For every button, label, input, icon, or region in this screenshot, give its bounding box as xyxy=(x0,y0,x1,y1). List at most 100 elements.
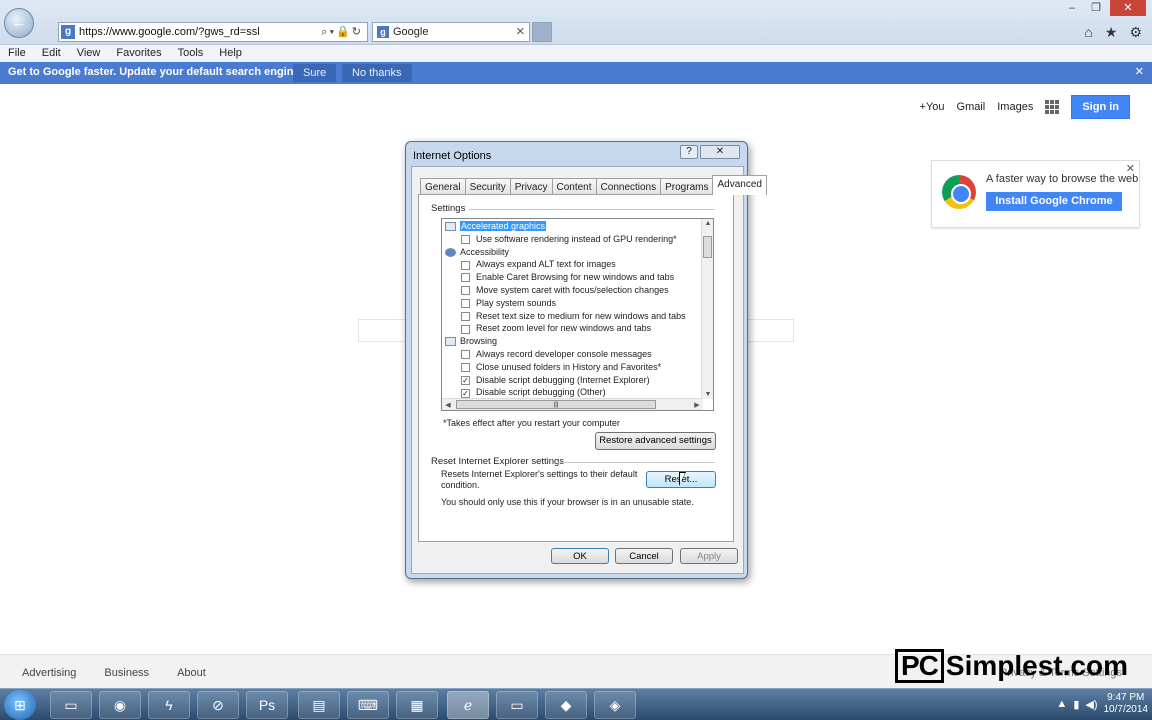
menu-view[interactable]: View xyxy=(77,45,101,62)
menu-edit[interactable]: Edit xyxy=(42,45,61,62)
sure-button[interactable]: Sure xyxy=(293,64,337,82)
you-link[interactable]: +You xyxy=(920,101,945,113)
tab-general[interactable]: General xyxy=(420,178,466,194)
clock[interactable]: 9:47 PM 10/7/2014 xyxy=(1104,692,1149,716)
dialog-help-button[interactable]: ? xyxy=(680,145,698,159)
images-link[interactable]: Images xyxy=(997,101,1033,113)
close-button[interactable]: ✕ xyxy=(1110,0,1146,16)
apply-button[interactable]: Apply xyxy=(680,548,738,564)
apps-grid-icon[interactable] xyxy=(1045,100,1060,114)
back-button[interactable]: ← xyxy=(4,8,34,38)
settings-option[interactable]: Move system caret with focus/selection c… xyxy=(461,284,669,297)
app-icon[interactable]: ⌨ xyxy=(347,691,389,719)
scroll-right-icon[interactable]: ▶ xyxy=(691,401,703,409)
calculator-icon[interactable]: ▦ xyxy=(396,691,438,719)
checkbox[interactable] xyxy=(461,362,470,372)
star-icon[interactable]: ★ xyxy=(1105,24,1118,41)
promo-close-icon[interactable]: ✕ xyxy=(1126,162,1135,175)
minimize-button[interactable]: – xyxy=(1062,0,1082,16)
tab-security[interactable]: Security xyxy=(464,178,511,194)
address-tools-icon[interactable]: ⌕▾🔒↻ xyxy=(321,25,363,39)
about-link[interactable]: About xyxy=(177,667,206,679)
footer-links: Advertising Business About xyxy=(22,667,206,679)
volume-icon[interactable]: ◀) xyxy=(1085,698,1097,711)
checkbox[interactable] xyxy=(461,260,470,270)
sign-in-button[interactable]: Sign in xyxy=(1071,95,1130,119)
start-button[interactable]: ⊞ xyxy=(4,690,36,720)
checkbox[interactable] xyxy=(461,273,470,283)
settings-category[interactable]: Accelerated graphics xyxy=(445,220,547,233)
checkbox[interactable]: ✓ xyxy=(461,375,470,385)
scroll-down-icon[interactable]: ▼ xyxy=(702,391,713,398)
internet-options-dialog: Internet Options ? ✕ General Security Pr… xyxy=(405,141,767,579)
checkbox[interactable]: ✓ xyxy=(461,388,470,398)
horizontal-scrollbar[interactable]: ◀ ||| ▶ xyxy=(442,398,703,410)
notification-bar: Get to Google faster. Update your defaul… xyxy=(0,62,1152,84)
home-icon[interactable]: ⌂ xyxy=(1084,24,1092,41)
app-icon[interactable]: ◈ xyxy=(594,691,636,719)
settings-option[interactable]: Always expand ALT text for images xyxy=(461,258,616,271)
network-icon[interactable]: ▮ xyxy=(1073,698,1079,711)
gear-icon[interactable]: ⚙ xyxy=(1129,24,1142,41)
chrome-icon[interactable]: ◉ xyxy=(99,691,141,719)
install-chrome-button[interactable]: Install Google Chrome xyxy=(986,192,1122,211)
settings-option[interactable]: Play system sounds xyxy=(461,297,556,310)
scroll-thumb[interactable] xyxy=(703,236,712,258)
tray-arrow-icon[interactable]: ▲ xyxy=(1056,698,1067,710)
address-text[interactable]: https://www.google.com/?gws_rd=ssl xyxy=(79,26,260,38)
restore-advanced-settings-button[interactable]: Restore advanced settings xyxy=(595,432,716,450)
tab-google[interactable]: g Google ✕ xyxy=(372,22,530,42)
settings-option[interactable]: Always record developer console messages xyxy=(461,348,652,361)
tab-programs[interactable]: Programs xyxy=(660,178,714,194)
checkbox[interactable] xyxy=(461,298,470,308)
settings-category[interactable]: Browsing xyxy=(445,335,497,348)
scroll-left-icon[interactable]: ◀ xyxy=(442,401,454,409)
app-icon[interactable]: ◆ xyxy=(545,691,587,719)
app-icon[interactable]: ▤ xyxy=(298,691,340,719)
menu-help[interactable]: Help xyxy=(219,45,242,62)
notification-close-icon[interactable]: ✕ xyxy=(1135,65,1144,78)
settings-option[interactable]: ✓ Disable script debugging (Internet Expl… xyxy=(461,374,650,387)
tab-advanced[interactable]: Advanced xyxy=(712,175,767,195)
checkbox[interactable] xyxy=(461,234,470,244)
menu-file[interactable]: File xyxy=(8,45,26,62)
settings-item-label: Accessibility xyxy=(460,246,510,257)
business-link[interactable]: Business xyxy=(104,667,149,679)
settings-option[interactable]: Reset zoom level for new windows and tab… xyxy=(461,322,651,335)
app-icon[interactable]: ⊘ xyxy=(197,691,239,719)
address-bar[interactable]: g https://www.google.com/?gws_rd=ssl ⌕▾🔒… xyxy=(58,22,368,42)
no-thanks-button[interactable]: No thanks xyxy=(342,64,412,82)
new-tab-button[interactable] xyxy=(532,22,552,42)
checkbox[interactable] xyxy=(461,350,470,360)
tab-content[interactable]: Content xyxy=(551,178,597,194)
tab-connections[interactable]: Connections xyxy=(595,178,662,194)
settings-tree[interactable]: Accelerated graphics Use software renderi… xyxy=(441,218,714,411)
scroll-thumb[interactable]: ||| xyxy=(456,400,656,409)
settings-option[interactable]: Use software rendering instead of GPU re… xyxy=(461,233,677,246)
checkbox[interactable] xyxy=(461,311,470,321)
menu-favorites[interactable]: Favorites xyxy=(116,45,161,62)
gmail-link[interactable]: Gmail xyxy=(957,101,986,113)
checkbox[interactable] xyxy=(461,324,470,334)
photoshop-icon[interactable]: Ps xyxy=(246,691,288,719)
cancel-button[interactable]: Cancel xyxy=(615,548,673,564)
vertical-scrollbar[interactable]: ▲ ▼ xyxy=(701,219,713,399)
ok-button[interactable]: OK xyxy=(551,548,609,564)
settings-option[interactable]: Close unused folders in History and Favo… xyxy=(461,361,661,374)
tab-privacy[interactable]: Privacy xyxy=(509,178,553,194)
settings-category[interactable]: Accessibility xyxy=(445,246,509,259)
tab-close-icon[interactable]: ✕ xyxy=(516,25,525,38)
checkbox[interactable] xyxy=(461,286,470,296)
menu-tools[interactable]: Tools xyxy=(178,45,204,62)
internet-explorer-icon[interactable]: ℯ xyxy=(447,691,489,719)
advertising-link[interactable]: Advertising xyxy=(22,667,76,679)
folder-icon[interactable]: ▭ xyxy=(50,691,92,719)
dialog-close-button[interactable]: ✕ xyxy=(700,145,740,159)
maximize-button[interactable]: ❐ xyxy=(1086,0,1106,16)
scroll-up-icon[interactable]: ▲ xyxy=(702,220,713,227)
settings-option[interactable]: Reset text size to medium for new window… xyxy=(461,310,686,323)
folder-icon[interactable]: ▭ xyxy=(496,691,538,719)
google-favicon-icon: g xyxy=(377,26,389,38)
settings-option[interactable]: Enable Caret Browsing for new windows an… xyxy=(461,271,674,284)
app-icon[interactable]: ϟ xyxy=(148,691,190,719)
